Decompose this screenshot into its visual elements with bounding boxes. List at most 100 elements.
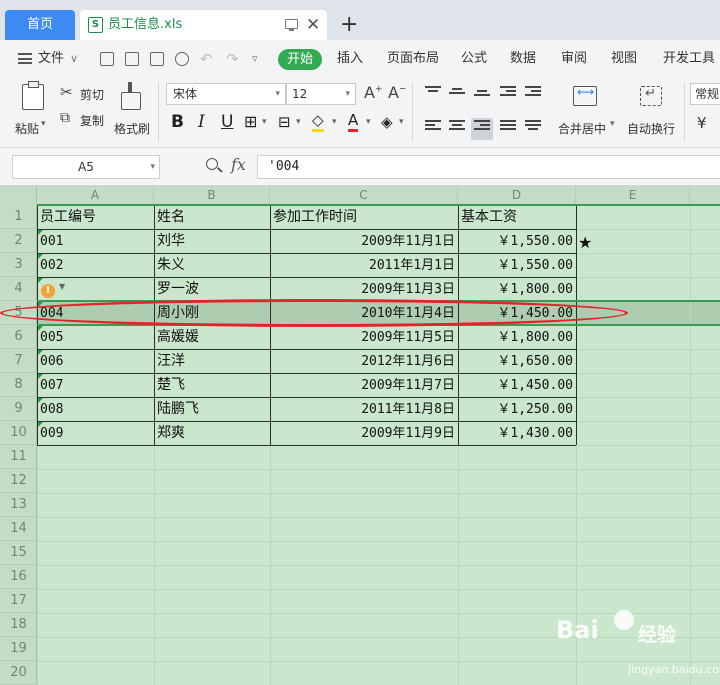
column-header-c[interactable]: C <box>270 186 458 205</box>
row-header-8[interactable]: 8 <box>0 373 37 397</box>
cell-d7[interactable]: ￥1,650.00 <box>459 349 576 373</box>
italic-icon[interactable]: I <box>198 111 205 133</box>
cell-c2[interactable]: 2009年11月1日 <box>271 229 458 253</box>
cell-b8[interactable]: 楚飞 <box>155 373 270 397</box>
font-size-select[interactable]: 12 ▾ <box>286 83 356 105</box>
error-warning-icon[interactable]: ! <box>41 284 55 298</box>
export-pdf-icon[interactable] <box>125 52 139 66</box>
cell-c6[interactable]: 2009年11月5日 <box>271 325 458 349</box>
cell-c1[interactable]: 参加工作时间 <box>271 205 458 229</box>
align-top-icon[interactable] <box>425 86 441 98</box>
fill-color-icon[interactable]: ◇ <box>312 111 324 132</box>
copy-button[interactable]: 复制 <box>80 112 104 129</box>
spreadsheet-grid[interactable]: ABCDE 1 2 3 4 5 6 7 8 9 10 11 12 13 14 15 16 17 18 19 20 员工… <box>0 186 720 685</box>
cell-d4[interactable]: ￥1,800.00 <box>459 277 576 301</box>
row-header-3[interactable]: 3 <box>0 253 37 277</box>
row-header-9[interactable]: 9 <box>0 397 37 421</box>
distributed-align-icon[interactable] <box>525 120 541 132</box>
cell-b3[interactable]: 朱义 <box>155 253 270 277</box>
undo-icon[interactable]: ↶ <box>200 40 213 78</box>
column-header-b[interactable]: B <box>154 186 270 205</box>
cell-a1[interactable]: 员工编号 <box>38 205 154 229</box>
bold-icon[interactable]: B <box>171 111 184 133</box>
font-name-select[interactable]: 宋体 ▾ <box>166 83 286 105</box>
format-painter-icon[interactable] <box>121 82 141 110</box>
menu-data[interactable]: 数据 <box>510 40 536 78</box>
chevron-down-icon[interactable]: ▾ <box>366 111 371 133</box>
row-header-2[interactable]: 2 <box>0 229 37 253</box>
align-bottom-icon[interactable] <box>474 86 490 98</box>
row-header-7[interactable]: 7 <box>0 349 37 373</box>
menu-formulas[interactable]: 公式 <box>461 40 487 78</box>
cell-c4[interactable]: 2009年11月3日 <box>271 277 458 301</box>
monitor-icon[interactable] <box>285 19 298 31</box>
row-header-13[interactable]: 13 <box>0 493 37 517</box>
row-header-4[interactable]: 4 <box>0 277 37 301</box>
menu-review[interactable]: 审阅 <box>561 40 587 78</box>
new-tab-button[interactable]: + <box>340 10 358 40</box>
cell-b4[interactable]: 罗一波 <box>155 277 270 301</box>
cell-b6[interactable]: 高媛媛 <box>155 325 270 349</box>
cell-a10[interactable]: 009 <box>38 421 154 445</box>
cell-d9[interactable]: ￥1,250.00 <box>459 397 576 421</box>
wrap-text-button[interactable]: 自动换行 <box>627 120 675 137</box>
chevron-down-icon[interactable]: ▾ <box>332 111 337 133</box>
cell-d2[interactable]: ￥1,550.00 <box>459 229 576 253</box>
column-header-d[interactable]: D <box>458 186 576 205</box>
name-box[interactable]: A5 ▾ <box>12 155 160 179</box>
chevron-down-icon[interactable]: ▾ <box>399 111 404 133</box>
save-icon[interactable] <box>100 52 114 66</box>
currency-format-button[interactable]: ¥ <box>697 114 707 132</box>
cut-button[interactable]: 剪切 <box>80 86 104 103</box>
increase-indent-icon[interactable] <box>525 86 541 98</box>
menu-start[interactable]: 开始 <box>278 49 322 70</box>
borders-icon[interactable]: ⊞ <box>244 111 257 133</box>
quick-access-dropdown-icon[interactable]: ▿ <box>252 40 258 78</box>
cell-c7[interactable]: 2012年11月6日 <box>271 349 458 373</box>
row-header-6[interactable]: 6 <box>0 325 37 349</box>
font-color-icon[interactable]: A <box>348 111 359 132</box>
tab-file[interactable]: S 员工信息.xls ✕ <box>80 10 327 40</box>
menu-page-layout[interactable]: 页面布局 <box>387 40 439 78</box>
align-middle-icon[interactable] <box>449 88 465 100</box>
row-header-15[interactable]: 15 <box>0 541 37 565</box>
cell-d8[interactable]: ￥1,450.00 <box>459 373 576 397</box>
cell-b10[interactable]: 郑爽 <box>155 421 270 445</box>
cell-b1[interactable]: 姓名 <box>155 205 270 229</box>
cell-c9[interactable]: 2011年11月8日 <box>271 397 458 421</box>
decrease-indent-icon[interactable] <box>500 86 516 98</box>
tab-home[interactable]: 首页 <box>5 10 75 40</box>
row-header-17[interactable]: 17 <box>0 589 37 613</box>
chevron-down-icon[interactable]: ∨ <box>70 40 78 78</box>
cell-d1[interactable]: 基本工资 <box>459 205 576 229</box>
number-format-select[interactable]: 常规 <box>690 83 720 105</box>
redo-icon[interactable]: ↷ <box>226 40 239 78</box>
cell-d3[interactable]: ￥1,550.00 <box>459 253 576 277</box>
clear-format-icon[interactable]: ◈ <box>381 111 393 133</box>
paste-button[interactable]: 粘贴 <box>15 120 39 137</box>
column-header-e[interactable]: E <box>576 186 690 205</box>
row-header-19[interactable]: 19 <box>0 637 37 661</box>
align-right-icon[interactable] <box>474 120 490 132</box>
cell-c3[interactable]: 2011年1月1日 <box>271 253 458 277</box>
close-icon[interactable]: ✕ <box>306 10 320 40</box>
copy-icon[interactable]: ⧉ <box>60 110 70 126</box>
cell-c8[interactable]: 2009年11月7日 <box>271 373 458 397</box>
paste-dropdown-icon[interactable]: ▾ <box>41 119 46 129</box>
row-header-14[interactable]: 14 <box>0 517 37 541</box>
chevron-down-icon[interactable]: ▾ <box>610 119 615 129</box>
underline-icon[interactable]: U <box>221 111 233 133</box>
align-center-icon[interactable] <box>449 120 465 132</box>
chevron-down-icon[interactable]: ▾ <box>262 111 267 133</box>
cell-a6[interactable]: 005 <box>38 325 154 349</box>
formula-input[interactable]: '004 <box>257 155 720 179</box>
cell-c10[interactable]: 2009年11月9日 <box>271 421 458 445</box>
row-header-18[interactable]: 18 <box>0 613 37 637</box>
cell-style-icon[interactable]: ⊟ <box>278 111 291 133</box>
cell-a9[interactable]: 008 <box>38 397 154 421</box>
search-icon[interactable] <box>206 158 218 170</box>
insert-function-icon[interactable]: fx <box>231 155 246 174</box>
print-icon[interactable] <box>150 52 164 66</box>
menu-developer[interactable]: 开发工具 <box>663 40 715 78</box>
cell-a3[interactable]: 002 <box>38 253 154 277</box>
